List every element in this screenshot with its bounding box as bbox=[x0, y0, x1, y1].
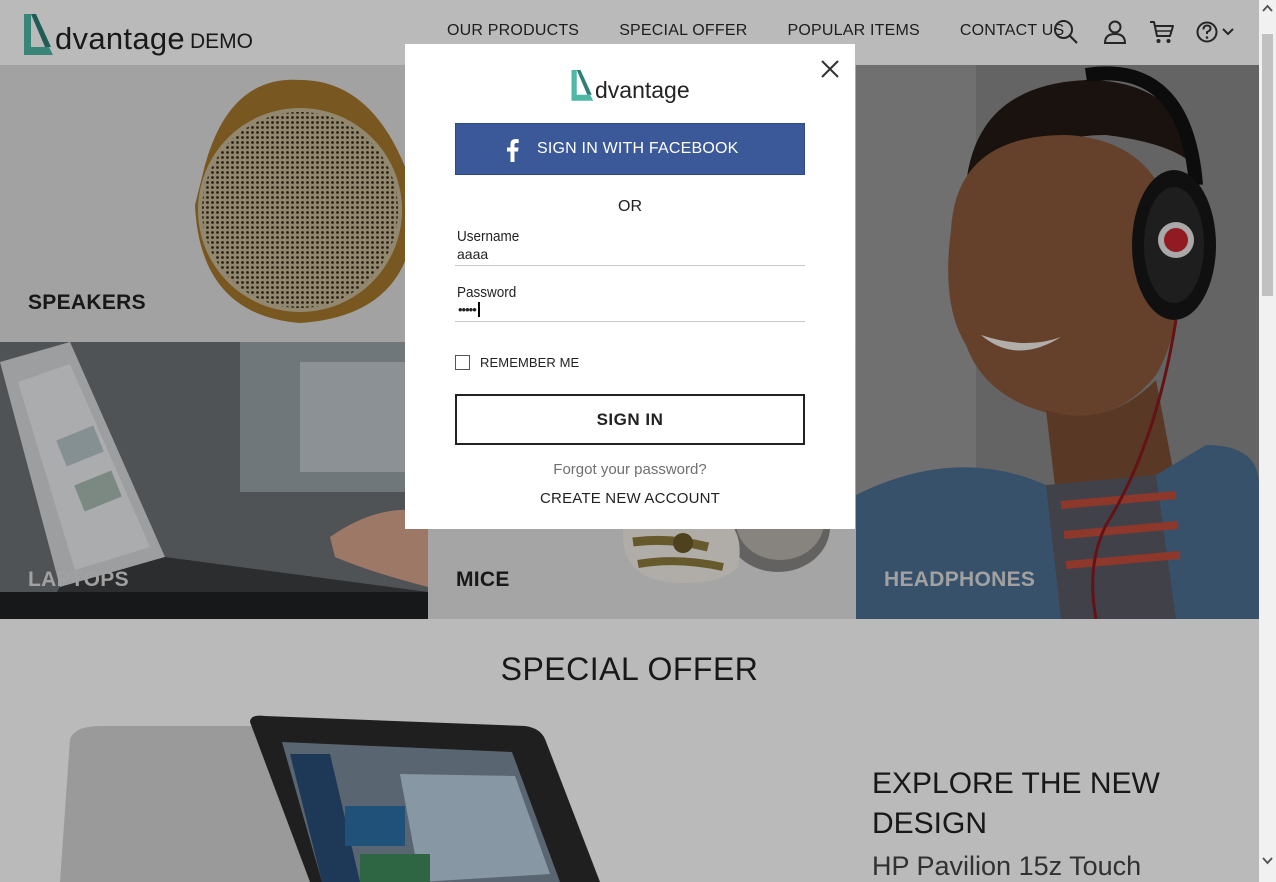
password-input[interactable]: ••••• bbox=[455, 301, 805, 318]
or-divider: OR bbox=[618, 198, 642, 215]
password-masked-value: ••••• bbox=[458, 302, 477, 317]
login-modal: dvantage SIGN IN WITH FACEBOOK OR Userna… bbox=[405, 44, 855, 529]
scroll-up-arrow[interactable] bbox=[1259, 0, 1276, 17]
modal-logo-text: dvantage bbox=[595, 77, 690, 103]
advantage-logo-icon bbox=[571, 70, 594, 101]
remember-me-option[interactable]: REMEMBER ME bbox=[455, 355, 579, 370]
username-field[interactable]: Username bbox=[455, 228, 805, 266]
sign-in-button[interactable]: SIGN IN bbox=[455, 394, 805, 445]
forgot-password-link[interactable]: Forgot your password? bbox=[405, 461, 855, 478]
text-caret bbox=[477, 302, 480, 317]
password-field[interactable]: Password ••••• bbox=[455, 284, 805, 322]
facebook-signin-button[interactable]: SIGN IN WITH FACEBOOK bbox=[455, 123, 805, 175]
remember-me-checkbox[interactable] bbox=[455, 355, 470, 370]
chevron-up-icon bbox=[1262, 4, 1273, 12]
page-scrollbar[interactable] bbox=[1259, 0, 1276, 882]
modal-logo: dvantage bbox=[570, 68, 690, 102]
close-icon[interactable] bbox=[819, 58, 841, 80]
username-label: Username bbox=[457, 228, 520, 245]
chevron-down-icon bbox=[1262, 857, 1273, 865]
create-account-link[interactable]: CREATE NEW ACCOUNT bbox=[405, 490, 855, 507]
facebook-signin-label: SIGN IN WITH FACEBOOK bbox=[537, 140, 739, 157]
username-input[interactable] bbox=[455, 245, 805, 262]
scroll-thumb[interactable] bbox=[1262, 34, 1273, 296]
facebook-icon bbox=[507, 139, 519, 162]
scroll-down-arrow[interactable] bbox=[1259, 852, 1276, 869]
password-label: Password bbox=[457, 284, 517, 301]
remember-me-label: REMEMBER ME bbox=[480, 355, 580, 370]
